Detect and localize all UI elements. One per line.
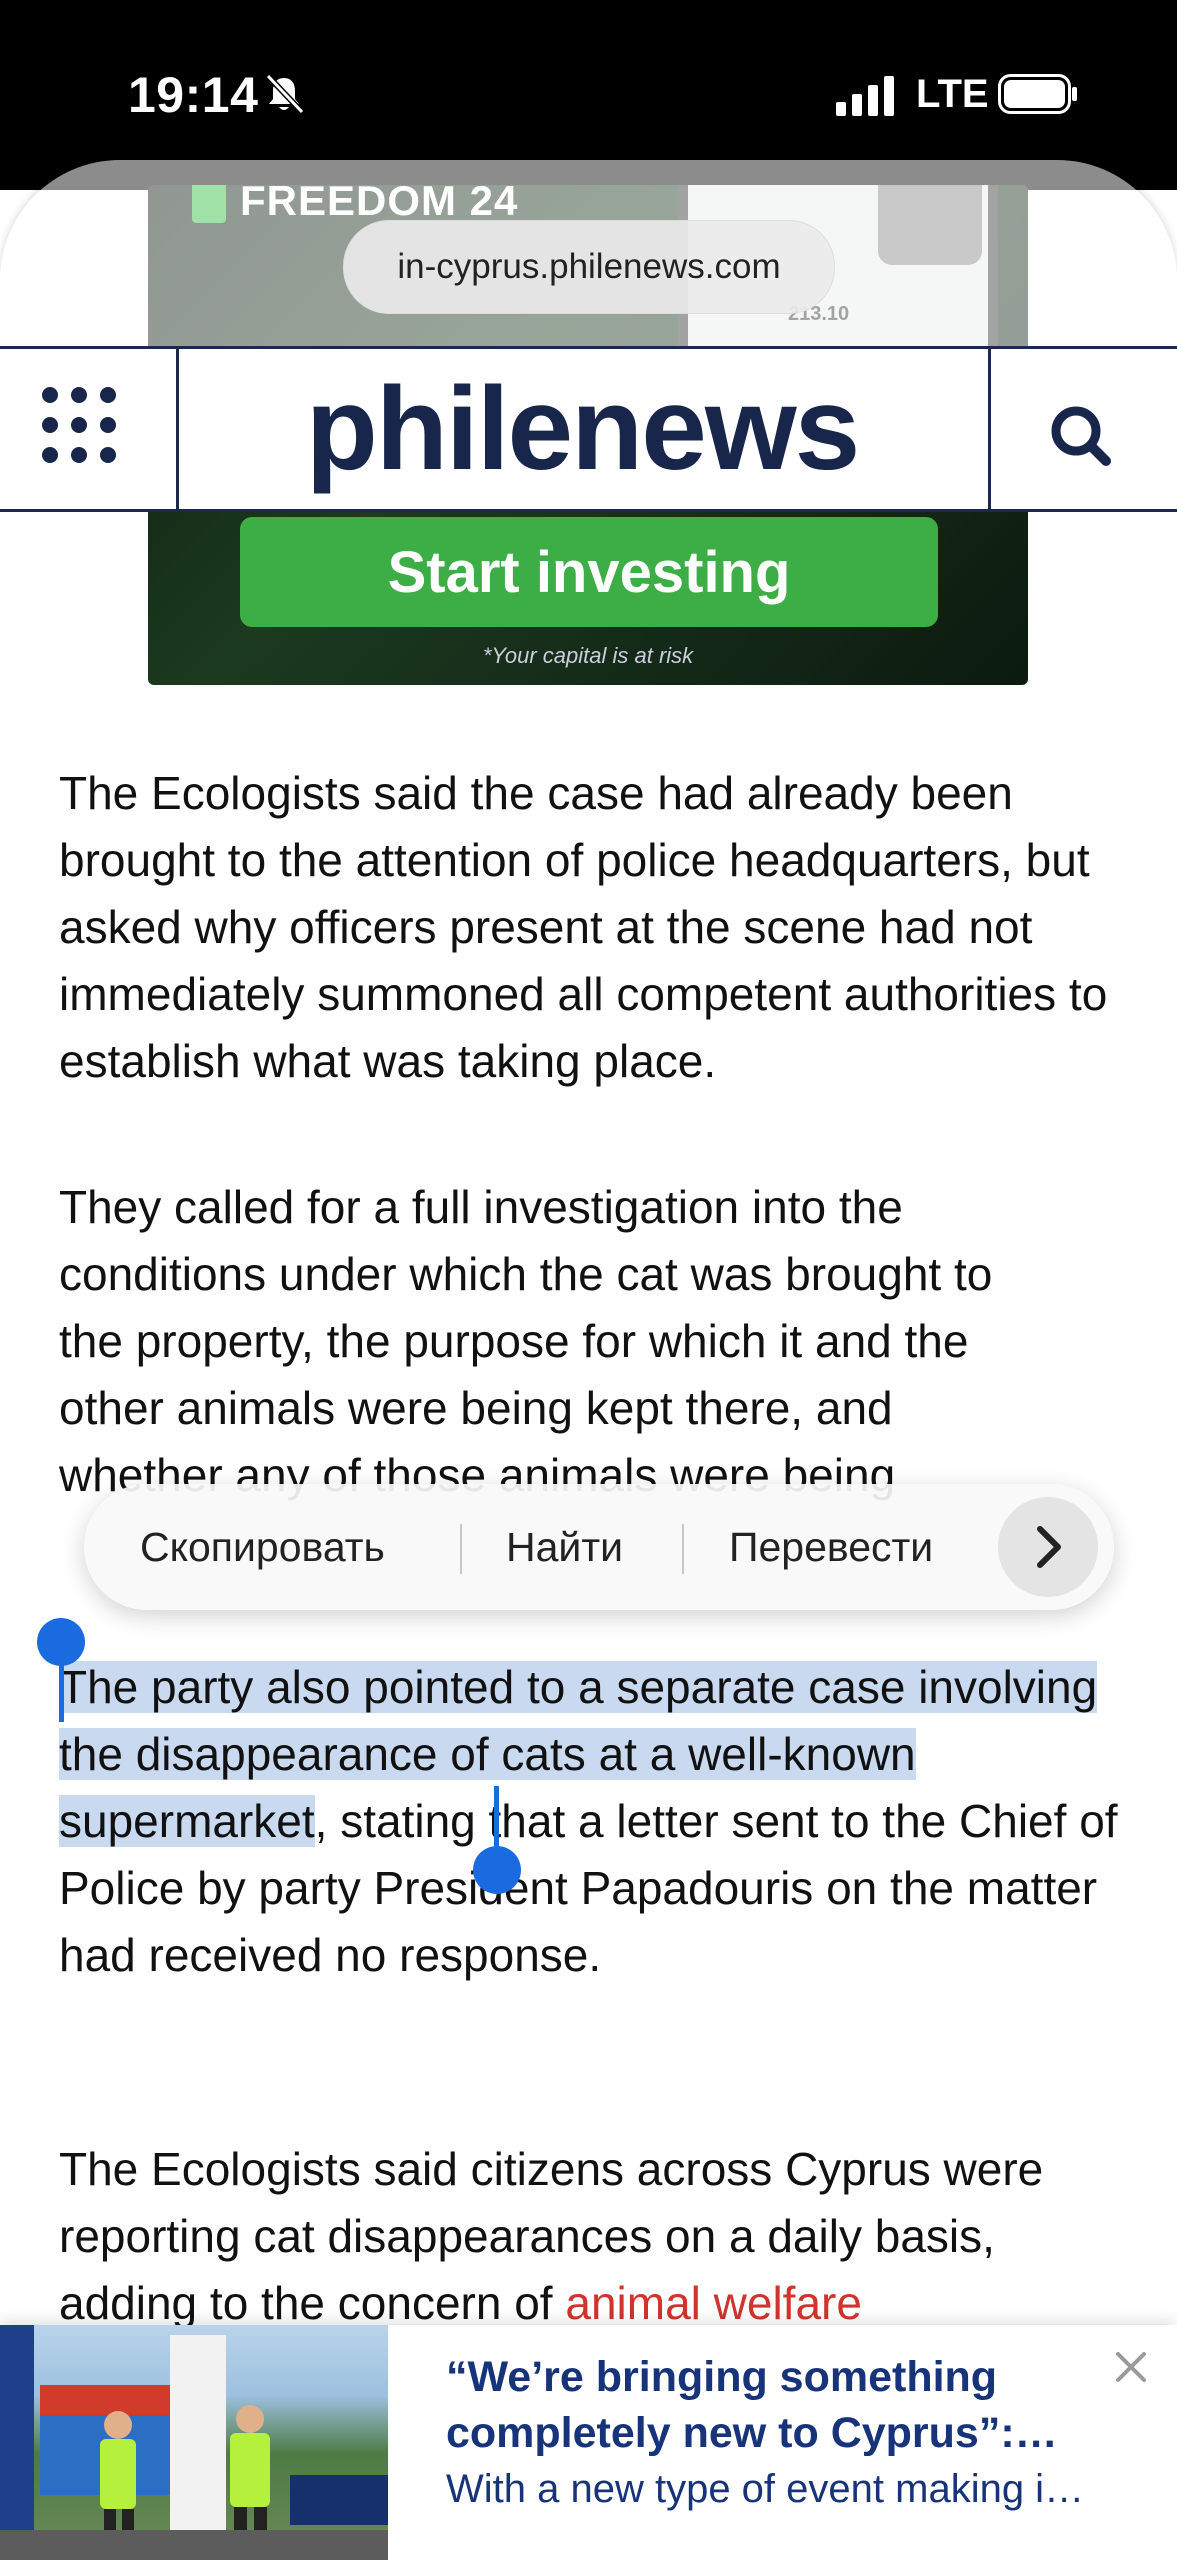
paragraph-line: the property, the purpose for which it a… [59,1315,969,1367]
battery-icon [998,74,1077,114]
paragraph-line: conditions under which the cat was broug… [59,1248,993,1300]
selection-end-handle[interactable] [473,1846,521,1894]
menu-button[interactable] [0,349,179,509]
article-paragraph: The Ecologists said the case had already… [59,767,1108,1087]
url-pill[interactable]: in-cyprus.philenews.com [343,220,835,314]
site-logo: philenews [305,363,860,495]
find-menu-item[interactable]: Найти [506,1484,623,1610]
more-options-button[interactable] [998,1497,1098,1597]
translate-menu-item[interactable]: Перевести [729,1484,933,1610]
menu-divider [682,1524,684,1574]
bottom-sticky-ad[interactable]: “We’re bringing something completely new… [0,2325,1177,2560]
search-button[interactable] [990,349,1177,509]
copy-menu-item[interactable]: Скопировать [140,1484,385,1610]
paragraph-line: They called for a full investigation int… [59,1181,903,1233]
article-paragraph[interactable]: The party also pointed to a separate cas… [59,1654,1129,1989]
cellular-signal-icon [836,76,894,116]
ad-subtitle: With a new type of event making i… [446,2467,1085,2511]
bell-muted-icon [265,73,305,115]
status-time: 19:14 [128,67,259,123]
grid-menu-icon [42,387,116,463]
animal-welfare-link[interactable]: animal welfare [565,2277,862,2329]
start-investing-button[interactable]: Start investing [240,517,938,627]
event-photo-illustration [0,2325,388,2560]
paragraph-text: The Ecologists said citizens across Cypr… [59,2143,1044,2329]
site-header: philenews [0,346,1177,512]
selection-start-handle[interactable] [37,1618,85,1666]
site-logo-link[interactable]: philenews [176,349,991,509]
ad-disclaimer: *Your capital is at risk [482,643,694,668]
ad-thumbnail-image [0,2325,388,2560]
selection-start-caret [59,1660,64,1722]
article-paragraph: They called for a full investigation int… [59,1174,1129,1524]
article-paragraph: The Ecologists said citizens across Cypr… [59,2136,1129,2337]
search-icon [1051,406,1111,466]
chevron-right-icon [1037,1526,1061,1568]
network-type: LTE [916,72,989,116]
ad-headline[interactable]: “We’re bringing something completely new… [446,2349,1106,2461]
menu-divider [460,1524,462,1574]
close-icon[interactable] [1112,2348,1150,2386]
text-selection-menu: Скопировать Найти Перевести [84,1484,1114,1610]
paragraph-line: other animals were being kept there, and [59,1382,893,1434]
